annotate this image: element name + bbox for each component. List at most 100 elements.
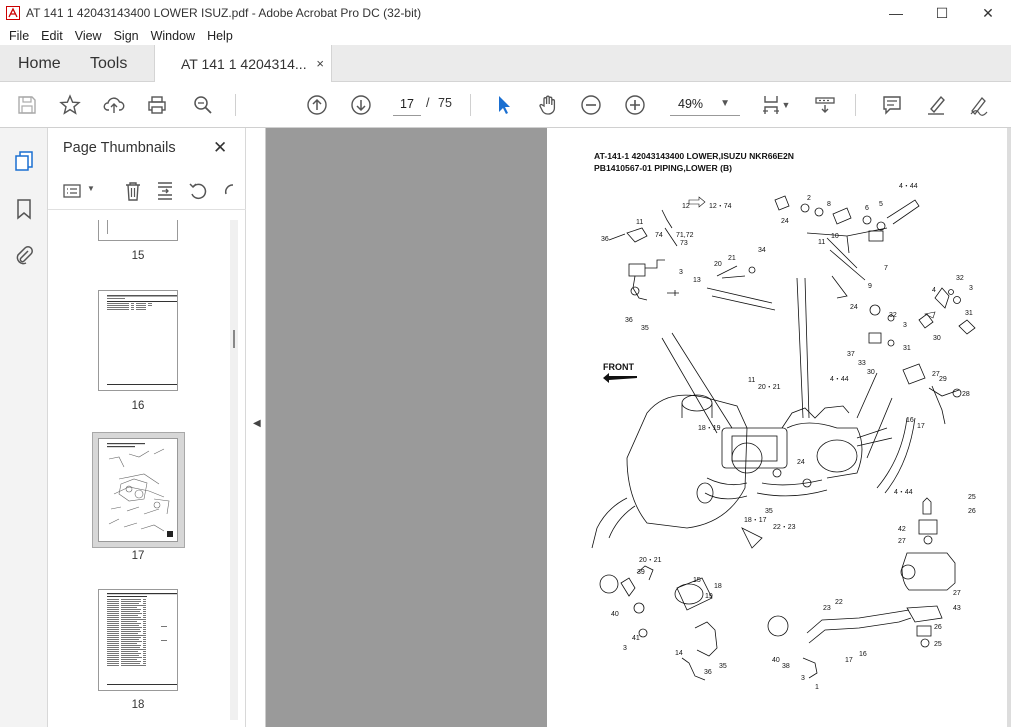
upload-icon[interactable] (101, 92, 127, 118)
minimize-button[interactable]: — (873, 0, 919, 26)
menu-edit[interactable]: Edit (35, 29, 69, 43)
callout-label: 1 (815, 684, 819, 691)
page-thumbnails-icon[interactable] (13, 150, 35, 172)
callout-label: 32 (889, 312, 897, 319)
callout-label: 4 (932, 287, 936, 294)
callout-label: 40 (611, 611, 619, 618)
prev-page-icon[interactable] (304, 92, 330, 118)
left-nav-rail (0, 128, 48, 727)
callout-label: 3 (679, 269, 683, 276)
thumbnail-page-15[interactable] (98, 220, 178, 241)
highlight-pen-icon[interactable] (923, 92, 949, 118)
callout-label: 11 (748, 377, 755, 384)
menu-view[interactable]: View (69, 29, 108, 43)
main-toolbar: 17 / 75 49% ▼ ▼ (0, 82, 1011, 128)
callout-label: 17 (845, 657, 853, 664)
pdf-page: AT-141-1 42043143400 LOWER,ISUZU NKR66E2… (547, 128, 1007, 727)
chevron-down-icon: ▼ (720, 98, 730, 109)
callout-label: 18 (714, 583, 722, 590)
window-title: AT 141 1 42043143400 LOWER ISUZ.pdf - Ad… (26, 6, 422, 20)
callout-label: 3 (903, 322, 907, 329)
tab-close-icon[interactable]: × (316, 56, 324, 71)
panel-title: Page Thumbnails (63, 140, 176, 156)
zoom-select[interactable]: 49% ▼ (670, 92, 740, 116)
thumbnail-page-18[interactable] (98, 589, 178, 691)
tab-document[interactable]: AT 141 1 4204314... × (154, 45, 332, 83)
callout-label: 7 (884, 265, 888, 272)
collapse-panel-icon[interactable]: ◀ (253, 418, 261, 429)
callout-label: 2 (807, 195, 811, 202)
panel-close-icon[interactable]: ✕ (213, 138, 227, 158)
callout-label: 12 (682, 203, 690, 210)
star-icon[interactable] (57, 92, 83, 118)
callout-label: 36 (625, 317, 633, 324)
search-zoom-icon[interactable] (190, 92, 216, 118)
comment-icon[interactable] (879, 92, 905, 118)
callout-label: 11 (818, 239, 825, 246)
menu-window[interactable]: Window (145, 29, 201, 43)
scrollbar-grip[interactable] (233, 330, 241, 348)
document-view[interactable]: AT-141-1 42043143400 LOWER,ISUZU NKR66E2… (266, 128, 1011, 727)
print-icon[interactable] (144, 92, 170, 118)
callout-label: 20・21 (758, 384, 781, 391)
toolbar-divider (855, 94, 856, 116)
callout-label: 33 (858, 360, 866, 367)
callout-label: 17 (917, 423, 925, 430)
thumbnail-label: 15 (131, 250, 145, 262)
save-icon[interactable] (14, 92, 40, 118)
callout-label: 27 (953, 590, 961, 597)
rotate-right-icon[interactable] (220, 180, 234, 202)
tab-tools[interactable]: Tools (90, 45, 127, 82)
callout-label: 26 (968, 508, 976, 515)
extract-pages-icon[interactable] (154, 180, 176, 202)
hand-icon[interactable] (535, 92, 561, 118)
thumbnail-toolbar: ▼ (48, 172, 246, 210)
zoom-value: 49% (678, 97, 704, 111)
callout-label: 32 (956, 275, 964, 282)
callout-label: 25 (968, 494, 976, 501)
zoom-in-icon[interactable] (622, 92, 648, 118)
callout-label: 5 (879, 201, 883, 208)
scroll-mode-icon[interactable] (812, 92, 838, 118)
maximize-button[interactable]: ☐ (919, 0, 965, 26)
chevron-down-icon[interactable]: ▼ (87, 184, 95, 193)
rotate-left-icon[interactable] (187, 180, 209, 202)
thumbnail-page-17[interactable] (98, 438, 178, 542)
parts-diagram: 12 12・74 2 8 6 5 4・44 24 11 74 71,72 73 … (591, 183, 976, 691)
close-window-button[interactable]: ✕ (965, 0, 1011, 26)
zoom-out-icon[interactable] (578, 92, 604, 118)
callout-label: 3 (801, 675, 805, 682)
page-separator: / (426, 96, 430, 110)
callout-label: 42 (898, 526, 906, 533)
callout-label: 36 (704, 669, 712, 676)
menu-file[interactable]: File (0, 29, 35, 43)
callout-label: 20 (714, 261, 722, 268)
menu-sign[interactable]: Sign (108, 29, 145, 43)
callout-label: 24 (781, 218, 789, 225)
callout-label: 35 (719, 663, 727, 670)
menu-help[interactable]: Help (201, 29, 239, 43)
sign-icon[interactable] (966, 92, 992, 118)
panel-splitter[interactable]: ◀ (246, 128, 266, 727)
callout-label: 8 (827, 201, 831, 208)
thumbnails-scrollbar[interactable] (230, 220, 238, 720)
callout-label: 20・21 (639, 557, 662, 564)
callout-label: 4・44 (830, 376, 849, 383)
tab-home[interactable]: Home (18, 45, 61, 82)
attachment-icon[interactable] (13, 244, 35, 266)
thumbnail-label: 17 (131, 550, 145, 562)
page-number-input[interactable]: 17 (393, 92, 421, 116)
select-cursor-icon[interactable] (491, 92, 517, 118)
page-fit-dropdown-icon[interactable]: ▼ (781, 92, 791, 118)
toolbar-divider (470, 94, 471, 116)
bookmark-icon[interactable] (13, 198, 35, 220)
callout-label: 18・19 (698, 425, 721, 432)
delete-icon[interactable] (122, 180, 144, 202)
document-scrollbar[interactable] (1007, 128, 1011, 727)
callout-label: 40 (772, 657, 780, 664)
options-menu-icon[interactable] (62, 180, 84, 202)
callout-label: 31 (903, 345, 911, 352)
thumbnail-page-16[interactable] (98, 290, 178, 391)
next-page-icon[interactable] (348, 92, 374, 118)
callout-label: 36 (601, 236, 609, 243)
